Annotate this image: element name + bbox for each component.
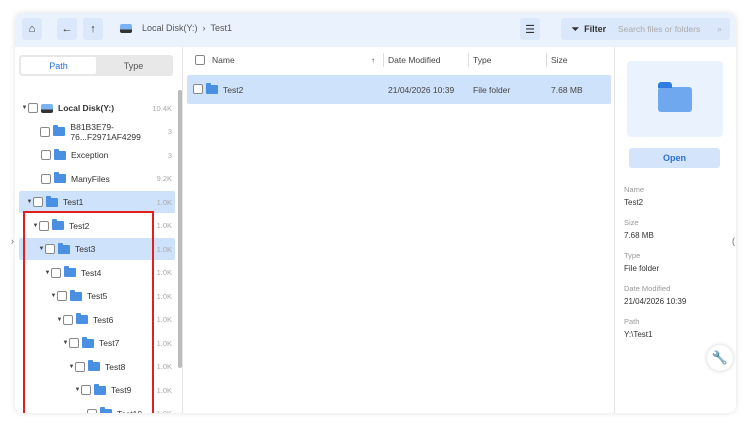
arrow-left-icon: ← xyxy=(61,23,73,35)
detail-label: Size xyxy=(624,218,639,227)
folder-icon xyxy=(658,81,692,112)
tree-checkbox[interactable] xyxy=(41,173,51,184)
detail-value: 21/04/2026 10:39 xyxy=(624,297,687,306)
arrow-up-icon: ↑ xyxy=(90,23,96,35)
folder-icon xyxy=(53,125,66,136)
file-date: 21/04/2026 10:39 xyxy=(388,85,455,95)
breadcrumb-item[interactable]: Test1 xyxy=(211,23,233,33)
column-name[interactable]: Name xyxy=(212,55,235,65)
file-type: File folder xyxy=(473,85,511,95)
tree-checkbox[interactable] xyxy=(41,150,51,160)
item-count: 3 xyxy=(167,150,172,160)
item-count: 1.0K xyxy=(156,362,172,371)
table-row[interactable]: Test2 21/04/2026 10:39 File folder 7.68 … xyxy=(187,75,611,104)
item-count: 1.0K xyxy=(156,221,172,230)
list-icon: ☰ xyxy=(525,23,535,36)
tree-item[interactable]: B81B3E79-76...F2971AF4299 3 xyxy=(19,121,175,143)
left-panel: Path Type ▼ Local Disk(Y:) 10.4K B81B3E79-7… xyxy=(15,47,183,413)
column-size[interactable]: Size xyxy=(551,55,568,65)
open-button[interactable]: Open xyxy=(629,148,720,168)
row-checkbox[interactable] xyxy=(193,84,203,94)
disk-icon xyxy=(41,103,53,113)
item-count: 1.0K xyxy=(157,409,172,413)
expand-arrow-icon[interactable]: ▼ xyxy=(21,105,28,111)
home-icon: ⌂ xyxy=(28,23,36,35)
list-header: Name ↑ Date Modified Type Size xyxy=(185,47,613,73)
view-toggle-button[interactable]: ☰ xyxy=(520,18,540,40)
filter-button[interactable]: ⏷ Filter xyxy=(561,18,617,40)
search-input[interactable]: Search files or folders ⌕ xyxy=(610,18,730,40)
app-window: ⌂ ← ↑ Local Disk(Y:) › Test1 ☰ ⏷ Filter S… xyxy=(15,13,736,413)
tree-checkbox[interactable] xyxy=(40,126,51,137)
filter-icon: ⏷ xyxy=(571,23,580,34)
item-count: 9.2K xyxy=(156,174,172,183)
highlight-annotation xyxy=(23,211,154,413)
tree-item[interactable]: ▼ Local Disk(Y:) 10.4K xyxy=(19,97,175,119)
select-all-checkbox[interactable] xyxy=(195,55,205,65)
wrench-icon: 🔧 xyxy=(711,350,729,365)
detail-label: Date Modified xyxy=(624,284,671,293)
search-icon: ⌕ xyxy=(717,23,722,34)
file-size: 7.68 MB xyxy=(551,85,583,95)
item-count: 1.0K xyxy=(156,197,172,207)
detail-label: Name xyxy=(624,185,645,194)
tools-button[interactable]: 🔧 xyxy=(707,345,733,371)
back-button[interactable]: ← xyxy=(57,18,77,40)
up-button[interactable]: ↑ xyxy=(83,18,103,40)
collapse-left-handle[interactable]: › xyxy=(11,236,14,246)
tab-path[interactable]: Path xyxy=(21,57,96,74)
folder-icon xyxy=(46,195,58,207)
item-count: 10.4K xyxy=(152,103,172,113)
tree-item-label: Exception xyxy=(71,150,109,160)
sort-arrow-icon: ↑ xyxy=(371,55,375,65)
detail-label: Path xyxy=(624,317,640,326)
column-type[interactable]: Type xyxy=(473,55,491,65)
detail-value: File folder xyxy=(624,264,660,273)
tree-item[interactable]: ▼ Test1 1.0K xyxy=(19,191,175,213)
scrollbar[interactable] xyxy=(178,90,182,368)
folder-icon xyxy=(206,83,218,94)
tree-item[interactable]: ManyFiles 9.2K xyxy=(19,168,175,190)
tree-item-label: ManyFiles xyxy=(71,173,110,184)
item-count: 1.0K xyxy=(156,291,172,301)
tab-type[interactable]: Type xyxy=(96,57,171,74)
item-count: 1.0K xyxy=(156,315,172,324)
tree-item-label: Test1 xyxy=(63,197,84,207)
item-count: 1.0K xyxy=(156,338,172,348)
tree-checkbox[interactable] xyxy=(33,197,43,207)
tree-checkbox[interactable] xyxy=(28,103,38,113)
file-name: Test2 xyxy=(223,85,244,95)
collapse-right-handle[interactable]: ( xyxy=(732,236,735,246)
folder-icon xyxy=(54,148,66,160)
search-placeholder: Search files or folders xyxy=(618,24,701,34)
column-date[interactable]: Date Modified xyxy=(388,55,440,65)
toolbar: ⌂ ← ↑ Local Disk(Y:) › Test1 ☰ ⏷ Filter S… xyxy=(15,13,736,47)
tree-item[interactable]: Exception 3 xyxy=(19,144,175,166)
chevron-right-icon: › xyxy=(202,23,206,33)
tree-item-label: B81B3E79-76...F2971AF4299 xyxy=(70,121,141,142)
item-count: 1.0K xyxy=(156,244,172,254)
breadcrumb-item[interactable]: Local Disk(Y:) xyxy=(142,23,198,33)
preview xyxy=(627,61,723,137)
detail-value: Y:\Test1 xyxy=(624,330,653,339)
folder-icon xyxy=(54,172,66,183)
view-tabs: Path Type xyxy=(19,55,173,76)
breadcrumb: Local Disk(Y:) › Test1 xyxy=(120,23,232,33)
item-count: 3 xyxy=(167,127,172,136)
home-button[interactable]: ⌂ xyxy=(22,18,42,40)
detail-label: Type xyxy=(624,251,641,260)
file-list: Name ↑ Date Modified Type Size Test2 21/… xyxy=(185,47,613,413)
detail-value: 7.68 MB xyxy=(624,231,654,240)
detail-value: Test2 xyxy=(624,198,644,207)
expand-arrow-icon[interactable]: ▼ xyxy=(26,199,33,205)
filter-label: Filter xyxy=(584,24,607,34)
disk-icon xyxy=(120,23,132,33)
item-count: 1.0K xyxy=(156,268,172,277)
item-count: 1.0K xyxy=(156,385,172,395)
tree-item-label: Local Disk(Y:) xyxy=(58,103,115,113)
